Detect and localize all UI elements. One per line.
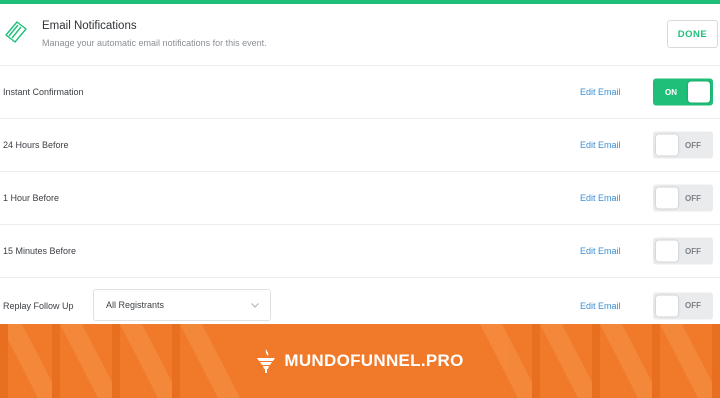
toggle-state-label: OFF	[685, 246, 701, 256]
toggle-knob	[656, 240, 678, 262]
edit-email-link[interactable]: Edit Email	[580, 140, 621, 150]
notification-row-1h: 1 Hour Before Edit Email OFF	[0, 172, 720, 225]
notification-toggle[interactable]: OFF	[653, 292, 713, 319]
email-notifications-header: Email Notifications Manage your automati…	[0, 4, 720, 66]
ticket-icon	[5, 21, 27, 43]
toggle-knob	[656, 295, 678, 316]
edit-email-link[interactable]: Edit Email	[580, 246, 621, 256]
toggle-state-label: OFF	[685, 193, 701, 203]
notification-toggle[interactable]: OFF	[653, 184, 713, 212]
toggle-state-label: ON	[665, 87, 677, 97]
notification-label: Instant Confirmation	[3, 87, 84, 97]
notification-label: 1 Hour Before	[3, 193, 60, 203]
done-button[interactable]: DONE	[667, 20, 718, 48]
notification-row-24h: 24 Hours Before Edit Email OFF	[0, 119, 720, 172]
notification-label: 15 Minutes Before	[3, 246, 77, 256]
notification-row-15m: 15 Minutes Before Edit Email OFF	[0, 225, 720, 278]
audience-select[interactable]: All Registrants	[93, 289, 271, 321]
edit-email-link[interactable]: Edit Email	[580, 193, 621, 203]
funnel-logo-icon	[257, 349, 276, 373]
notification-row-instant: Instant Confirmation Edit Email ON	[0, 66, 720, 119]
toggle-knob	[656, 187, 678, 209]
toggle-state-label: OFF	[685, 301, 701, 310]
chevron-down-icon	[251, 303, 259, 308]
audience-select-value: All Registrants	[106, 300, 165, 310]
notification-toggle[interactable]: ON	[653, 78, 713, 106]
notification-label: Replay Follow Up	[3, 300, 74, 311]
notification-toggle[interactable]: OFF	[653, 131, 713, 159]
notification-label: 24 Hours Before	[3, 140, 69, 150]
toggle-knob	[656, 134, 678, 156]
watermark-banner: MUNDOFUNNEL.PRO	[0, 324, 720, 398]
brand-name: MUNDOFUNNEL.PRO	[284, 351, 464, 370]
edit-email-link[interactable]: Edit Email	[580, 301, 621, 311]
edit-email-link[interactable]: Edit Email	[580, 87, 621, 97]
toggle-state-label: OFF	[685, 140, 701, 150]
page-title: Email Notifications	[42, 20, 137, 32]
toggle-knob	[688, 81, 710, 103]
page-subtitle: Manage your automatic email notification…	[42, 38, 267, 48]
brand-lockup: MUNDOFUNNEL.PRO	[0, 324, 720, 398]
notification-toggle[interactable]: OFF	[653, 237, 713, 265]
